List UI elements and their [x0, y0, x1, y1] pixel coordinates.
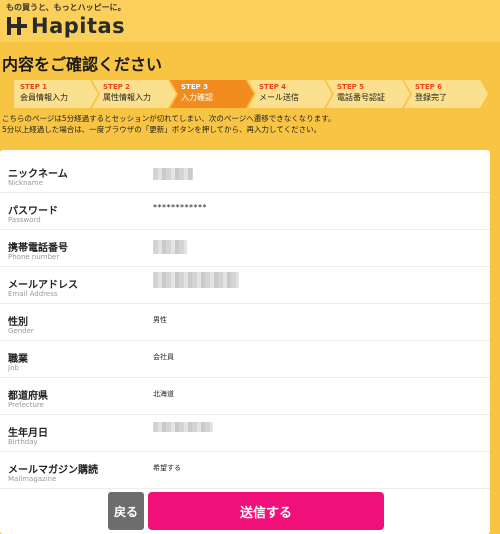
step-label: 入力確認: [181, 93, 213, 102]
step-6: STEP 6 登録完了: [404, 80, 488, 108]
step-number: STEP 3: [181, 83, 209, 91]
field-label: 職業: [8, 354, 28, 365]
redacted-value: [153, 240, 187, 254]
site-tagline: もの買うと、もっとハッピーに。: [6, 3, 126, 12]
step-2: STEP 2 属性情報入力: [92, 80, 176, 108]
field-sublabel: Job: [8, 364, 19, 372]
notice-line-2: 5分以上経過した場合は、一度ブラウザの「更新」ボタンを押してから、再入力してくだ…: [2, 125, 322, 134]
field-sublabel: Birthday: [8, 438, 38, 446]
field-label: 性別: [8, 317, 28, 328]
field-label: 都道府県: [8, 391, 48, 402]
field-row-gender: 性別 Gender 男性: [0, 304, 490, 341]
redacted-value: [153, 422, 213, 432]
redacted-value: [153, 168, 193, 180]
step-4: STEP 4 メール送信: [248, 80, 332, 108]
step-label: 電話番号認証: [337, 93, 385, 102]
site-header: もの買うと、もっとハッピーに。 Hapitas: [0, 0, 500, 42]
session-notice: こちらのページは5分経過するとセッションが切れてしまい、次のページへ遷移できなく…: [2, 113, 498, 135]
field-sublabel: Prefecture: [8, 401, 44, 409]
step-3-current: STEP 3 入力確認: [170, 80, 254, 108]
field-row-job: 職業 Job 会社員: [0, 341, 490, 378]
site-logo[interactable]: Hapitas: [6, 13, 125, 39]
field-label: 携帯電話番号: [8, 243, 68, 254]
field-value: 北海道: [153, 390, 174, 398]
field-row-nickname: ニックネーム Nickname: [0, 156, 490, 193]
step-progress: STEP 1 会員情報入力 STEP 2 属性情報入力 STEP 3 入力確認 …: [14, 80, 494, 108]
field-sublabel: Gender: [8, 327, 34, 335]
field-row-mailmagazine: メールマガジン購読 Mailmagazine 希望する: [0, 452, 490, 489]
field-label: ニックネーム: [8, 169, 68, 180]
field-row-email: メールアドレス Email Address: [0, 267, 490, 304]
field-sublabel: Phone number: [8, 253, 60, 261]
field-row-prefecture: 都道府県 Prefecture 北海道: [0, 378, 490, 415]
logo-text: Hapitas: [31, 14, 126, 38]
step-number: STEP 5: [337, 83, 365, 91]
field-value: 男性: [153, 316, 167, 324]
hapitas-logo-icon: [7, 17, 27, 35]
field-label: メールマガジン購読: [8, 465, 98, 476]
page-title: 内容をご確認ください: [2, 55, 163, 74]
field-value: 希望する: [153, 464, 181, 472]
field-label: パスワード: [8, 206, 58, 217]
field-label: メールアドレス: [8, 280, 78, 291]
step-number: STEP 4: [259, 83, 287, 91]
field-row-phone: 携帯電話番号 Phone number: [0, 230, 490, 267]
field-sublabel: Mailmagazine: [8, 475, 57, 483]
notice-line-1: こちらのページは5分経過するとセッションが切れてしまい、次のページへ遷移できなく…: [2, 114, 336, 123]
step-label: 登録完了: [415, 93, 447, 102]
redacted-value: [153, 272, 239, 288]
field-value: 会社員: [153, 353, 174, 361]
step-number: STEP 2: [103, 83, 131, 91]
back-button[interactable]: 戻る: [108, 492, 144, 530]
field-sublabel: Nickname: [8, 179, 43, 187]
field-sublabel: Email Address: [8, 290, 58, 298]
confirmation-card: ニックネーム Nickname パスワード Password *********…: [0, 150, 490, 534]
step-label: 属性情報入力: [103, 93, 151, 102]
field-row-birthday: 生年月日 Birthday: [0, 415, 490, 452]
step-1: STEP 1 会員情報入力: [14, 80, 98, 108]
step-label: メール送信: [259, 93, 299, 102]
field-sublabel: Password: [8, 216, 41, 224]
field-row-password: パスワード Password ************: [0, 193, 490, 230]
step-number: STEP 6: [415, 83, 443, 91]
step-label: 会員情報入力: [20, 93, 68, 102]
field-value: ************: [153, 203, 207, 212]
send-button[interactable]: 送信する: [148, 492, 384, 530]
step-number: STEP 1: [20, 83, 48, 91]
field-label: 生年月日: [8, 428, 48, 439]
step-5: STEP 5 電話番号認証: [326, 80, 410, 108]
